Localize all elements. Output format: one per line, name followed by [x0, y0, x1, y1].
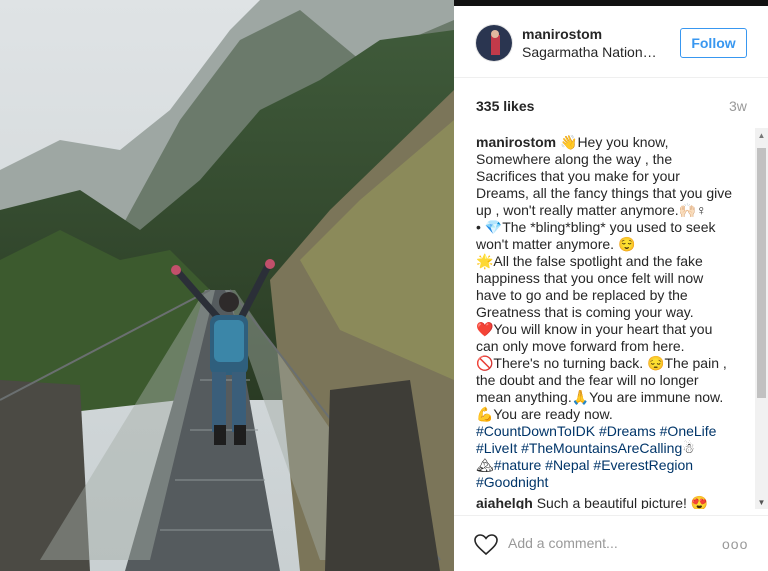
hashtag-link[interactable]: #LiveIt — [476, 440, 517, 456]
caption-line: up , won't really matter anymore.🙌🏻♀ — [476, 202, 707, 218]
caption-line: Greatness that is coming your way. — [476, 304, 694, 320]
caption-line: Sacrifices that you make for your — [476, 168, 680, 184]
comment-text: Such a beautiful picture! 😍 — [536, 495, 709, 509]
caption-line: won't matter anymore. 😌 — [476, 236, 636, 252]
caption-hashtags: #CountDownToIDK #Dreams #OneLife #LiveIt … — [476, 423, 751, 491]
caption-line: have to go and be replaced by the — [476, 287, 688, 303]
hashtag-link[interactable]: #Nepal — [545, 457, 589, 473]
caption-text: 👋Hey you know, Somewhere along the way , … — [476, 134, 732, 422]
caption-line: happiness that you once felt will now — [476, 270, 704, 286]
post-header: manirostom Sagarmatha Nationa... Follow — [454, 6, 768, 78]
hashtag-link[interactable]: #CountDownToIDK — [476, 423, 595, 439]
heart-icon[interactable] — [474, 534, 498, 556]
hashtag-line: #LiveIt #TheMountainsAreCalling☃ — [476, 440, 751, 457]
hashtag-link[interactable]: #EverestRegion — [593, 457, 693, 473]
likes-count[interactable]: 335 likes — [476, 98, 534, 114]
comment-username[interactable]: aiahelgh — [476, 495, 533, 509]
caption-line: • 💎The *bling*bling* you used to seek — [476, 219, 716, 235]
more-options-icon[interactable]: ooo — [722, 536, 750, 552]
scroll-thumb[interactable] — [757, 148, 766, 398]
caption-comment: manirostom 👋Hey you know, Somewhere along… — [476, 134, 751, 491]
caption-line: 🌟All the false spotlight and the fake — [476, 253, 703, 269]
post-age[interactable]: 3w — [729, 98, 747, 114]
caption-username[interactable]: manirostom — [476, 134, 556, 150]
avatar[interactable] — [475, 24, 513, 62]
add-comment-input[interactable] — [508, 531, 708, 555]
scroll-up-arrow-icon[interactable]: ▲ — [755, 128, 768, 142]
comments-scrollbar[interactable]: ▲ ▼ — [755, 128, 768, 509]
hashtag-link[interactable]: #Goodnight — [476, 474, 548, 490]
caption-line: 🚫There's no turning back. 😔The pain , — [476, 355, 727, 371]
comments-list: manirostom 👋Hey you know, Somewhere along… — [476, 134, 751, 509]
hashtag-line-suffix: ☃ — [682, 440, 695, 456]
caption-line: Dreams, all the fancy things that you gi… — [476, 185, 733, 201]
post-location[interactable]: Sagarmatha Nationa... — [522, 44, 662, 60]
caption-line: can only move forward from here. — [476, 338, 685, 354]
hashtag-link[interactable]: #nature — [494, 457, 541, 473]
avatar-image — [476, 25, 512, 61]
hashtag-link[interactable]: #TheMountainsAreCalling — [521, 440, 682, 456]
hashtag-line: #Goodnight — [476, 474, 751, 491]
caption-line: Somewhere along the way , the — [476, 151, 673, 167]
post-photo[interactable] — [0, 0, 454, 571]
hashtag-line: 🏔#nature #Nepal #EverestRegion — [476, 457, 751, 474]
post-footer: ooo — [454, 515, 768, 571]
caption-line: the doubt and the fear will no longer — [476, 372, 699, 388]
list-item: aiahelgh Such a beautiful picture! 😍 — [476, 495, 751, 509]
follow-button[interactable]: Follow — [680, 28, 747, 58]
post-details-panel: manirostom Sagarmatha Nationa... Follow … — [454, 6, 768, 571]
scroll-down-arrow-icon[interactable]: ▼ — [755, 495, 768, 509]
hashtag-link[interactable]: #OneLife — [660, 423, 717, 439]
caption-line: ❤️You will know in your heart that you — [476, 321, 713, 337]
caption-line: 💪You are ready now. — [476, 406, 613, 422]
hashtag-line-prefix: 🏔 — [476, 457, 494, 473]
post-username[interactable]: manirostom — [522, 26, 602, 42]
mountain-bridge-photo — [0, 0, 454, 571]
hashtag-line: #CountDownToIDK #Dreams #OneLife — [476, 423, 751, 440]
caption-line: mean anything.🙏You are immune now. — [476, 389, 724, 405]
hashtag-link[interactable]: #Dreams — [599, 423, 656, 439]
caption-line: 👋Hey you know, — [560, 134, 669, 150]
